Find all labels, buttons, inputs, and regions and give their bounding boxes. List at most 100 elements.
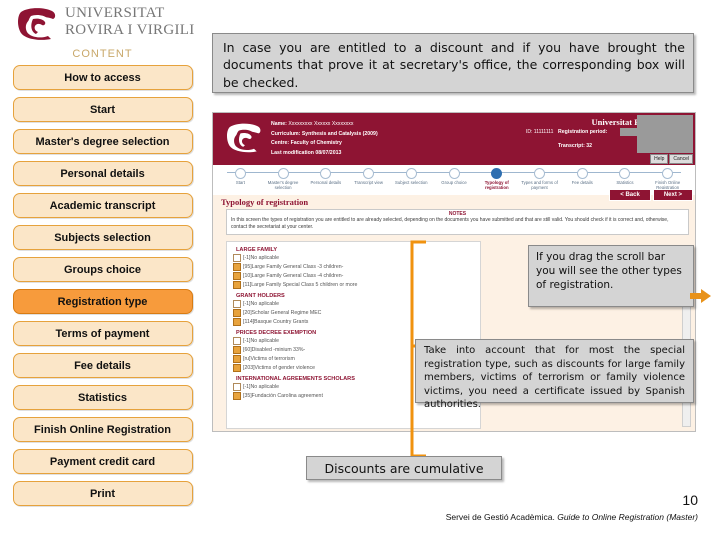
step-types-and-forms-of-payment[interactable]: Types and forms of payment	[518, 165, 561, 191]
checkbox-icon[interactable]	[233, 383, 241, 391]
checkbox-icon[interactable]	[233, 346, 241, 354]
app-nav-buttons: < Back Next >	[607, 189, 693, 201]
app-transcript-label: Transcript: 32	[558, 143, 593, 149]
footer-note-plain: Servei de Gestió Acadèmica.	[445, 512, 558, 522]
checkbox-icon[interactable]	[233, 318, 241, 326]
urv-logo: UNIVERSITAT ROVIRA I VIRGILI	[18, 4, 198, 46]
step-transcript-view[interactable]: Transcript view	[347, 165, 390, 191]
checkbox-icon[interactable]	[233, 337, 241, 345]
callout-scrollbar-text: If you drag the scroll bar you will see …	[536, 251, 682, 292]
group-title-grant-holders: GRANT HOLDERS	[236, 293, 285, 299]
step-personal-details[interactable]: Personal details	[304, 165, 347, 191]
sidebar-item-start[interactable]: Start	[12, 97, 193, 122]
step-dot-icon	[491, 168, 503, 179]
app-page-title: Typology of registration	[221, 197, 309, 207]
step-dot-icon	[662, 168, 674, 179]
step-statistics[interactable]: Statistics	[604, 165, 647, 191]
option-label: [ru]Victims of terrorism	[243, 356, 295, 362]
sidebar-item-print[interactable]: Print	[12, 481, 193, 506]
step-fee-details[interactable]: Fee details	[561, 165, 604, 191]
step-dot-icon	[363, 168, 375, 179]
step-group-choice[interactable]: Group choice	[433, 165, 476, 191]
sidebar-item-label: Print	[89, 487, 116, 500]
checkbox-icon[interactable]	[233, 272, 241, 280]
sidebar-item-label: Registration type	[57, 295, 148, 308]
app-header: Universitat Rovira i Virgili Name: Xxxxx…	[213, 113, 695, 165]
checkbox-icon[interactable]	[233, 300, 241, 308]
step-dot-icon	[234, 168, 246, 179]
app-student-id: ID: 11111111	[526, 129, 554, 135]
step-finish-online-registration[interactable]: Finish Online Registration	[646, 165, 689, 191]
sidebar-item-terms-of-payment[interactable]: Terms of payment	[12, 321, 193, 346]
option-row[interactable]: [11]Large Family Special Class 5 childre…	[233, 281, 475, 289]
next-button[interactable]: Next >	[652, 189, 693, 201]
callout-scrollbar-hint: If you drag the scroll bar you will see …	[528, 245, 694, 307]
option-label: [-1]No aplicable	[243, 255, 280, 261]
option-label: [20]Scholar General Regime MEC	[243, 310, 322, 316]
page-number: 10	[682, 492, 698, 508]
sidebar-item-groups-choice[interactable]: Groups choice	[12, 257, 193, 282]
checkbox-icon[interactable]	[233, 254, 241, 262]
sidebar-item-masters-degree-selection[interactable]: Master's degree selection	[12, 129, 193, 154]
footer-note: Servei de Gestió Acadèmica. Guide to Onl…	[446, 512, 698, 522]
sidebar-item-how-to-access[interactable]: How to access	[12, 65, 193, 90]
sidebar-item-academic-transcript[interactable]: Academic transcript	[12, 193, 193, 218]
step-dot-icon	[619, 168, 631, 179]
checkbox-icon[interactable]	[233, 281, 241, 289]
logo-line-2: ROVIRA I VIRGILI	[65, 22, 195, 38]
step-dot-icon	[320, 168, 332, 179]
urv-crest-icon	[18, 8, 56, 40]
app-cancel-button[interactable]: Cancel	[669, 154, 693, 164]
step-masters-degree-selection[interactable]: Master's degree selection	[262, 165, 305, 191]
sidebar-item-label: Terms of payment	[55, 327, 150, 340]
app-student-info: Name: Xxxxxxxxx Xxxxxx Xxxxxxxx Curricul…	[271, 120, 378, 159]
option-row[interactable]: [-1]No aplicable	[233, 300, 475, 308]
step-dot-icon	[576, 168, 588, 179]
option-row[interactable]: [-1]No aplicable	[233, 254, 475, 262]
step-label: Fee details	[571, 180, 593, 185]
sidebar-item-personal-details[interactable]: Personal details	[12, 161, 193, 186]
student-name-label: Name:	[271, 121, 287, 127]
option-label: [35]Fundación Carolina agreement	[243, 393, 323, 399]
sidebar-item-statistics[interactable]: Statistics	[12, 385, 193, 410]
sidebar-item-finish-online-registration[interactable]: Finish Online Registration	[12, 417, 193, 442]
step-label: Statistics	[616, 180, 634, 185]
step-label: Types and forms of payment	[521, 180, 558, 191]
checkbox-icon[interactable]	[233, 392, 241, 400]
sidebar-title: CONTENT	[72, 48, 133, 60]
orange-arrow-right-icon	[690, 289, 711, 303]
step-typology-of-registration[interactable]: Typology of registration	[475, 165, 518, 191]
sidebar-item-label: Statistics	[78, 391, 127, 404]
option-row[interactable]: [114]Basque Country Grants	[233, 318, 475, 326]
app-notes-box: NOTES In this screen the types of regist…	[226, 209, 689, 235]
student-centre: Centre: Faculty of Chemistry	[271, 140, 342, 147]
option-row[interactable]: [20]Scholar General Regime MEC	[233, 309, 475, 317]
option-label: [10]Large Family General Class -4 childr…	[243, 273, 344, 279]
step-label: Master's degree selection	[267, 180, 299, 191]
sidebar-item-fee-details[interactable]: Fee details	[12, 353, 193, 378]
group-title-prices-decree-exemption: PRICES DECREE EXEMPTION	[236, 330, 317, 336]
checkbox-icon[interactable]	[233, 309, 241, 317]
student-name-value: Xxxxxxxxx Xxxxxx Xxxxxxxx	[288, 121, 354, 127]
callout-discounts-cumulative: Discounts are cumulative	[306, 456, 502, 480]
back-button[interactable]: < Back	[609, 189, 651, 201]
sidebar: CONTENT How to access Start Master's deg…	[0, 48, 205, 513]
sidebar-item-payment-credit-card[interactable]: Payment credit card	[12, 449, 193, 474]
option-row[interactable]: [10]Large Family General Class -4 childr…	[233, 272, 475, 280]
step-dot-icon	[448, 168, 460, 179]
checkbox-icon[interactable]	[233, 355, 241, 363]
sidebar-item-label: How to access	[64, 71, 141, 84]
step-label: Start	[235, 180, 245, 185]
sidebar-item-registration-type[interactable]: Registration type	[12, 289, 193, 314]
step-subject-selection[interactable]: Subject selection	[390, 165, 433, 191]
step-label: Subject selection	[395, 180, 428, 185]
sidebar-item-subjects-selection[interactable]: Subjects selection	[12, 225, 193, 250]
checkbox-icon[interactable]	[233, 263, 241, 271]
option-row[interactable]: [95]Large Family General Class -3 childr…	[233, 263, 475, 271]
option-label: [203]Victims of gender violence	[243, 365, 315, 371]
app-help-button[interactable]: Help	[650, 154, 669, 164]
step-start[interactable]: Start	[219, 165, 262, 191]
callout-cumulative-text: Discounts are cumulative	[324, 460, 484, 476]
checkbox-icon[interactable]	[233, 364, 241, 372]
step-dot-icon	[534, 168, 545, 179]
